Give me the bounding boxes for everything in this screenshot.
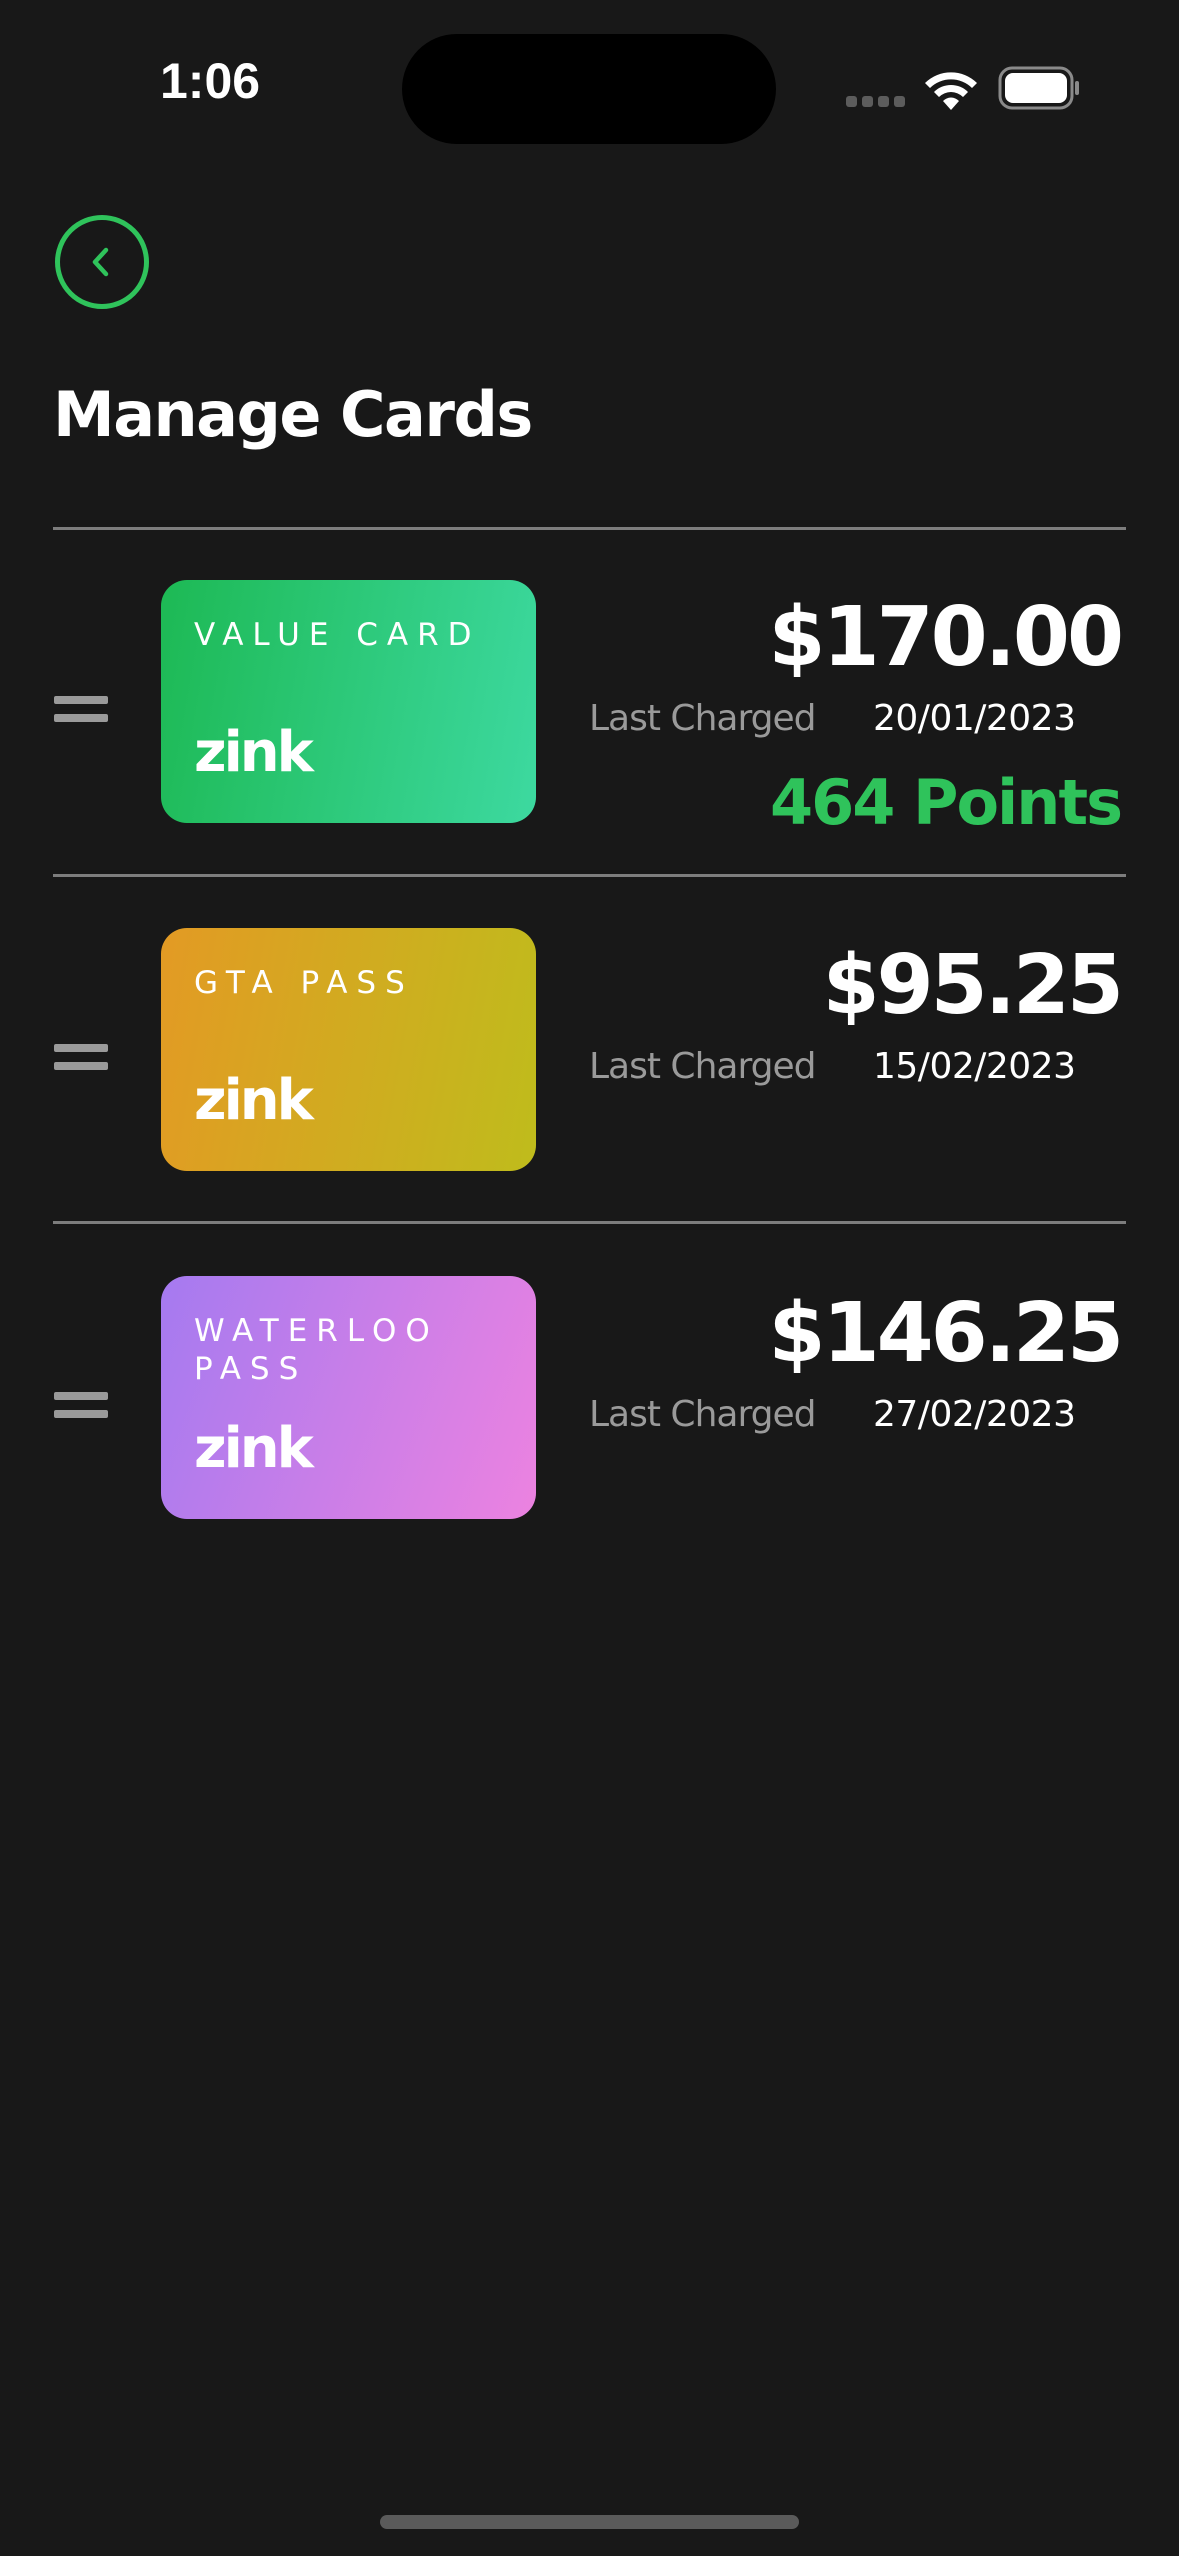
drag-handle-icon[interactable] <box>54 1036 108 1076</box>
card-name: VALUE CARD <box>194 617 481 653</box>
last-charged-date: 20/01/2023 <box>873 698 1076 739</box>
card-row-waterloo-pass[interactable]: WATERLOO PASS zink $146.25 Last Charged … <box>0 1244 1179 1589</box>
drag-handle-icon[interactable] <box>54 1384 108 1424</box>
page-title: Manage Cards <box>53 378 533 451</box>
zink-logo: zink <box>194 1068 314 1133</box>
last-charged-label: Last Charged <box>589 1394 816 1435</box>
back-button[interactable] <box>55 215 149 309</box>
list-divider <box>53 527 1126 530</box>
card-thumbnail[interactable]: VALUE CARD zink <box>161 580 536 823</box>
card-balance: $170.00 <box>768 590 1124 685</box>
card-name: GTA PASS <box>194 965 414 1001</box>
card-points: 464 Points <box>770 766 1123 839</box>
home-indicator[interactable] <box>380 2515 799 2529</box>
card-row-gta-pass[interactable]: GTA PASS zink $95.25 Last Charged 15/02/… <box>0 896 1179 1241</box>
card-balance: $146.25 <box>768 1286 1124 1381</box>
last-charged-label: Last Charged <box>589 698 816 739</box>
zink-logo: zink <box>194 1416 314 1481</box>
status-time: 1:06 <box>160 53 261 109</box>
chevron-left-icon <box>92 247 109 277</box>
card-thumbnail[interactable]: WATERLOO PASS zink <box>161 1276 536 1519</box>
battery-icon <box>998 66 1079 110</box>
wifi-icon <box>925 72 977 110</box>
card-thumbnail[interactable]: GTA PASS zink <box>161 928 536 1171</box>
zink-logo: zink <box>194 720 314 785</box>
last-charged-date: 27/02/2023 <box>873 1394 1076 1435</box>
list-divider <box>53 874 1126 877</box>
last-charged-date: 15/02/2023 <box>873 1046 1076 1087</box>
dynamic-island <box>402 34 776 144</box>
card-row-value-card[interactable]: VALUE CARD zink $170.00 Last Charged 20/… <box>0 548 1179 893</box>
last-charged-label: Last Charged <box>589 1046 816 1087</box>
card-name: WATERLOO PASS <box>194 1313 439 1387</box>
drag-handle-icon[interactable] <box>54 688 108 728</box>
card-balance: $95.25 <box>822 938 1124 1033</box>
cellular-signal-icon <box>846 96 906 110</box>
list-divider <box>53 1221 1126 1224</box>
